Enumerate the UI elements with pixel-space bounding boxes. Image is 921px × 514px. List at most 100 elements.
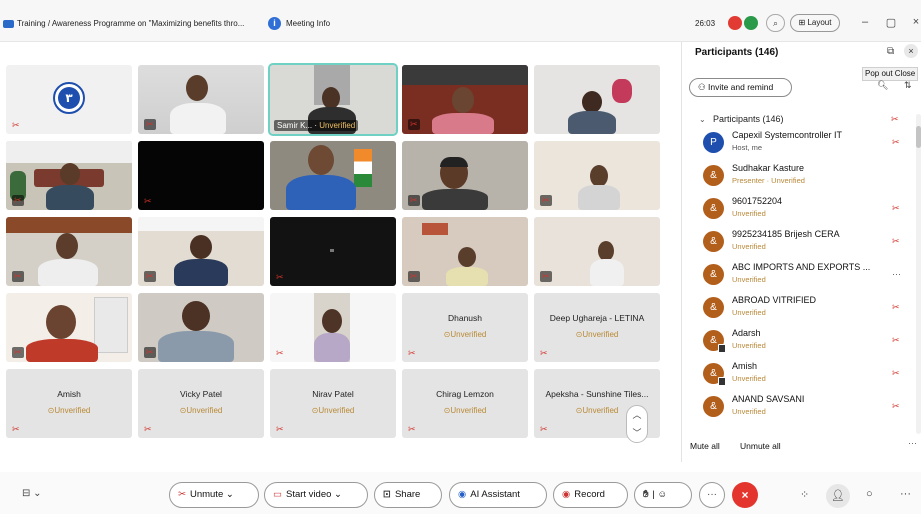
record-icon: ◉ [562,489,571,500]
mute-all-button[interactable]: Mute all [690,441,720,451]
ai-assistant-button[interactable]: ◉ AI Assistant [449,482,547,508]
chevron-up-icon[interactable]: ︿ [627,406,647,424]
participants-section-header[interactable]: ⌄ Participants (146) [699,114,784,124]
muted-mic-icon: ✂ [408,424,416,434]
chat-icon[interactable]: ○ [866,488,873,500]
unmute-all-button[interactable]: Unmute all [740,441,781,451]
maximize-button[interactable]: ▢ [885,16,897,29]
meeting-toolbar: ⊟ ⌄ ✂ Unmute ⌄ ▭ Start video ⌄ ⊡ Share ◉ AI … [0,472,921,514]
record-button[interactable]: ◉ Record [553,482,628,508]
video-tile[interactable]: ✂ [138,65,264,134]
participant-item[interactable]: & Adarsh Unverified ✂ [682,326,914,359]
muted-mic-icon[interactable]: ✂ [892,401,900,412]
title-bar: Training / Awareness Programme on "Maxim… [0,0,921,42]
video-tile-active-speaker[interactable]: Samir K... · Unverified [268,63,398,136]
info-icon[interactable]: i [268,17,281,30]
layout-button[interactable]: ⊞ Layout [790,14,840,32]
video-tile[interactable]: ✂ [402,65,528,134]
muted-mic-icon: ✂ [540,271,552,282]
video-tile[interactable]: ✂ [6,217,132,286]
video-tile[interactable]: ✂ [6,293,132,362]
device-icon [718,344,726,353]
reactions-button[interactable]: ✋︎ | ☺ [634,482,692,508]
video-tile-name[interactable]: Deep Ughareja - LETINA ⊙Unverified ✂ [534,293,660,362]
apps-icon[interactable]: ⁘ [800,488,809,501]
video-tile[interactable]: ✂ [534,141,660,210]
sort-icon[interactable]: ⇅ [904,80,912,91]
panel-scrollbar[interactable] [916,114,921,434]
connection-status-icon [744,16,758,30]
video-tile-name[interactable]: Amish ⊙Unverified ✂ [6,369,132,438]
participant-item[interactable]: & 9601752204 Unverified ✂ [682,194,914,227]
muted-mic-icon[interactable]: ✂ [892,236,900,247]
muted-mic-icon: ✂ [540,348,548,358]
video-tile-name[interactable]: Dhanush ⊙Unverified ✂ [402,293,528,362]
video-tile[interactable]: ✂ [138,217,264,286]
participant-item[interactable]: & ABROAD VITRIFIED Unverified ✂ [682,293,914,326]
more-options-icon[interactable]: ··· [892,269,901,279]
muted-mic-icon: ✂ [540,424,548,434]
video-tile[interactable]: ✂ [270,293,396,362]
muted-mic-icon: ✂ [12,120,20,130]
close-window-button[interactable]: × [910,16,921,28]
more-icon[interactable]: ··· [900,488,911,500]
video-tile[interactable]: ✂ [6,141,132,210]
video-tile-name[interactable]: Chirag Lemzon ⊙Unverified ✂ [402,369,528,438]
participant-item[interactable]: & ABC IMPORTS AND EXPORTS ... Unverified… [682,260,914,293]
muted-mic-icon[interactable]: ✂ [892,368,900,379]
video-grid: ٣ ✂ ✂ Samir K... · Unverified ✂ ✂ ✂ ✂ ✂ … [6,63,660,439]
avatar: & [703,396,724,417]
pop-out-icon[interactable]: ⧉ [887,46,894,57]
participant-item[interactable]: P Capexil Systemcontroller IT Host, me ✂ [682,128,914,161]
muted-mic-icon[interactable]: ✂ [892,302,900,313]
meeting-info-button[interactable]: Meeting Info [286,19,330,28]
leave-meeting-button[interactable]: × [732,482,758,508]
muted-mic-icon[interactable]: ✂ [892,335,900,346]
avatar: & [703,198,724,219]
muted-mic-icon[interactable]: ✂ [892,137,900,148]
grid-page-scroller[interactable]: ︿ ﹀ [626,405,648,443]
invite-and-remind-button[interactable]: ⚇ Invite and remind [689,78,792,97]
more-options-button[interactable]: ··· [699,482,725,508]
participant-item[interactable]: & ANAND SAVSANI Unverified ✂ [682,392,914,425]
chevron-down-icon[interactable]: ﹀ [627,424,647,442]
search-icon[interactable]: ⌕ [766,14,785,32]
meeting-title[interactable]: Training / Awareness Programme on "Maxim… [17,19,244,28]
muted-mic-icon[interactable]: ✂ [892,203,900,214]
participant-item[interactable]: & 9925234185 Brijesh CERA Unverified ✂ [682,227,914,260]
video-tile-name[interactable]: Vicky Patel ⊙Unverified ✂ [138,369,264,438]
video-tile-name[interactable]: Nirav Patel ⊙Unverified ✂ [270,369,396,438]
muted-mic-icon: ✂ [408,271,420,282]
avatar: & [703,297,724,318]
search-icon[interactable]: 🔍︎ [877,80,888,91]
avatar: & [703,330,726,353]
close-icon[interactable]: × [904,44,918,58]
start-video-button[interactable]: ▭ Start video ⌄ [264,482,368,508]
video-tile[interactable] [270,141,396,210]
participant-item[interactable]: & Sudhakar Kasture Presenter · Unverifie… [682,161,914,194]
video-tile-off[interactable]: ✂ [270,217,396,286]
video-tile[interactable]: ✂ [138,293,264,362]
captions-icon[interactable]: ⊟ ⌄ [22,488,42,499]
panel-scroll-thumb[interactable] [916,126,921,148]
muted-mic-icon: ✂ [144,196,152,206]
participants-icon[interactable]: 👤︎ [826,484,850,508]
video-tile[interactable]: ✂ [534,217,660,286]
video-tile[interactable]: ✂ [402,217,528,286]
minimize-button[interactable]: – [859,16,871,28]
participant-item[interactable]: & Amish Unverified ✂ [682,359,914,392]
ai-assistant-icon: ◉ [458,489,467,500]
share-icon: ⊡ [383,489,391,500]
mute-mic-icon[interactable]: ✂ [891,114,899,125]
muted-mic-icon: ✂ [144,424,152,434]
video-tile-off[interactable]: ✂ [138,141,264,210]
more-options-icon[interactable]: ··· [908,438,917,448]
video-tile-logo[interactable]: ٣ ✂ [6,65,132,134]
video-tile[interactable]: ✂ [402,141,528,210]
muted-mic-icon: ✂ [408,348,416,358]
raise-hand-icon: ✋︎ [643,489,649,500]
video-tile[interactable] [534,65,660,134]
share-button[interactable]: ⊡ Share [374,482,442,508]
unmute-button[interactable]: ✂ Unmute ⌄ [169,482,259,508]
avatar: & [703,264,724,285]
